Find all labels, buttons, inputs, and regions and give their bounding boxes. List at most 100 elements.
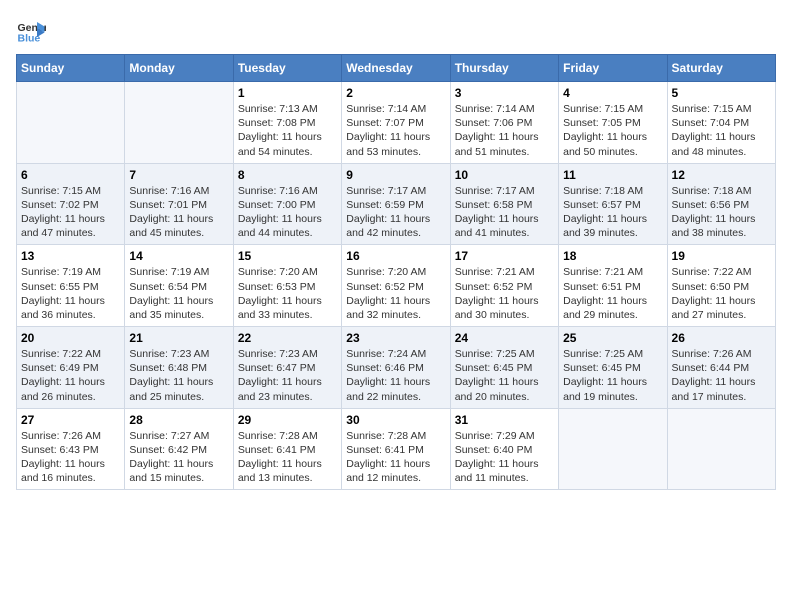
calendar-week-4: 20 Sunrise: 7:22 AM Sunset: 6:49 PM Dayli… <box>17 327 776 409</box>
day-info: Sunrise: 7:27 AM Sunset: 6:42 PM Dayligh… <box>129 429 228 486</box>
day-number: 18 <box>563 249 662 263</box>
day-number: 24 <box>455 331 554 345</box>
calendar-cell: 22 Sunrise: 7:23 AM Sunset: 6:47 PM Dayli… <box>233 327 341 409</box>
day-info: Sunrise: 7:18 AM Sunset: 6:56 PM Dayligh… <box>672 184 771 241</box>
calendar-header: SundayMondayTuesdayWednesdayThursdayFrid… <box>17 55 776 82</box>
calendar-cell <box>667 408 775 490</box>
logo: General Blue <box>16 16 50 46</box>
day-info: Sunrise: 7:13 AM Sunset: 7:08 PM Dayligh… <box>238 102 337 159</box>
day-number: 20 <box>21 331 120 345</box>
day-info: Sunrise: 7:15 AM Sunset: 7:02 PM Dayligh… <box>21 184 120 241</box>
calendar-cell: 6 Sunrise: 7:15 AM Sunset: 7:02 PM Daylig… <box>17 163 125 245</box>
day-info: Sunrise: 7:17 AM Sunset: 6:58 PM Dayligh… <box>455 184 554 241</box>
day-number: 26 <box>672 331 771 345</box>
day-number: 25 <box>563 331 662 345</box>
day-info: Sunrise: 7:14 AM Sunset: 7:06 PM Dayligh… <box>455 102 554 159</box>
calendar-cell: 28 Sunrise: 7:27 AM Sunset: 6:42 PM Dayli… <box>125 408 233 490</box>
calendar-cell: 8 Sunrise: 7:16 AM Sunset: 7:00 PM Daylig… <box>233 163 341 245</box>
day-header-friday: Friday <box>559 55 667 82</box>
calendar-cell: 14Sunrise: 7:19 AM Sunset: 6:54 PM Dayli… <box>125 245 233 327</box>
calendar-cell: 10 Sunrise: 7:17 AM Sunset: 6:58 PM Dayli… <box>450 163 558 245</box>
calendar-cell: 26 Sunrise: 7:26 AM Sunset: 6:44 PM Dayli… <box>667 327 775 409</box>
day-header-saturday: Saturday <box>667 55 775 82</box>
page-header: General Blue <box>16 16 776 46</box>
day-number: 14 <box>129 249 228 263</box>
day-info: Sunrise: 7:28 AM Sunset: 6:41 PM Dayligh… <box>238 429 337 486</box>
day-number: 23 <box>346 331 445 345</box>
day-info: Sunrise: 7:19 AM Sunset: 6:55 PM Dayligh… <box>21 265 120 322</box>
day-number: 5 <box>672 86 771 100</box>
day-number: 19 <box>672 249 771 263</box>
day-info: Sunrise: 7:21 AM Sunset: 6:51 PM Dayligh… <box>563 265 662 322</box>
day-info: Sunrise: 7:26 AM Sunset: 6:44 PM Dayligh… <box>672 347 771 404</box>
calendar-cell: 20 Sunrise: 7:22 AM Sunset: 6:49 PM Dayli… <box>17 327 125 409</box>
calendar-cell: 16 Sunrise: 7:20 AM Sunset: 6:52 PM Dayli… <box>342 245 450 327</box>
logo-icon: General Blue <box>16 16 46 46</box>
calendar-week-5: 27 Sunrise: 7:26 AM Sunset: 6:43 PM Dayli… <box>17 408 776 490</box>
calendar-cell: 12Sunrise: 7:18 AM Sunset: 6:56 PM Dayli… <box>667 163 775 245</box>
day-number: 6 <box>21 168 120 182</box>
calendar-cell: 24 Sunrise: 7:25 AM Sunset: 6:45 PM Dayli… <box>450 327 558 409</box>
day-number: 15 <box>238 249 337 263</box>
day-number: 21 <box>129 331 228 345</box>
calendar-cell: 21 Sunrise: 7:23 AM Sunset: 6:48 PM Dayli… <box>125 327 233 409</box>
day-number: 8 <box>238 168 337 182</box>
day-info: Sunrise: 7:15 AM Sunset: 7:05 PM Dayligh… <box>563 102 662 159</box>
calendar-cell <box>125 82 233 164</box>
svg-text:Blue: Blue <box>18 33 41 45</box>
calendar-cell: 1 Sunrise: 7:13 AM Sunset: 7:08 PM Daylig… <box>233 82 341 164</box>
day-number: 28 <box>129 413 228 427</box>
day-header-thursday: Thursday <box>450 55 558 82</box>
day-info: Sunrise: 7:21 AM Sunset: 6:52 PM Dayligh… <box>455 265 554 322</box>
day-info: Sunrise: 7:16 AM Sunset: 7:00 PM Dayligh… <box>238 184 337 241</box>
day-info: Sunrise: 7:14 AM Sunset: 7:07 PM Dayligh… <box>346 102 445 159</box>
day-info: Sunrise: 7:25 AM Sunset: 6:45 PM Dayligh… <box>563 347 662 404</box>
day-info: Sunrise: 7:16 AM Sunset: 7:01 PM Dayligh… <box>129 184 228 241</box>
day-info: Sunrise: 7:22 AM Sunset: 6:49 PM Dayligh… <box>21 347 120 404</box>
day-info: Sunrise: 7:20 AM Sunset: 6:52 PM Dayligh… <box>346 265 445 322</box>
calendar-cell: 17 Sunrise: 7:21 AM Sunset: 6:52 PM Dayli… <box>450 245 558 327</box>
day-info: Sunrise: 7:23 AM Sunset: 6:48 PM Dayligh… <box>129 347 228 404</box>
day-number: 31 <box>455 413 554 427</box>
calendar-cell: 27 Sunrise: 7:26 AM Sunset: 6:43 PM Dayli… <box>17 408 125 490</box>
calendar-cell: 4 Sunrise: 7:15 AM Sunset: 7:05 PM Daylig… <box>559 82 667 164</box>
day-info: Sunrise: 7:17 AM Sunset: 6:59 PM Dayligh… <box>346 184 445 241</box>
day-header-tuesday: Tuesday <box>233 55 341 82</box>
day-header-sunday: Sunday <box>17 55 125 82</box>
day-number: 29 <box>238 413 337 427</box>
day-number: 9 <box>346 168 445 182</box>
day-header-monday: Monday <box>125 55 233 82</box>
calendar-cell <box>17 82 125 164</box>
day-info: Sunrise: 7:26 AM Sunset: 6:43 PM Dayligh… <box>21 429 120 486</box>
day-info: Sunrise: 7:15 AM Sunset: 7:04 PM Dayligh… <box>672 102 771 159</box>
day-info: Sunrise: 7:29 AM Sunset: 6:40 PM Dayligh… <box>455 429 554 486</box>
calendar-cell: 23Sunrise: 7:24 AM Sunset: 6:46 PM Dayli… <box>342 327 450 409</box>
calendar-cell <box>559 408 667 490</box>
day-info: Sunrise: 7:28 AM Sunset: 6:41 PM Dayligh… <box>346 429 445 486</box>
calendar-cell: 18 Sunrise: 7:21 AM Sunset: 6:51 PM Dayli… <box>559 245 667 327</box>
day-number: 16 <box>346 249 445 263</box>
calendar-cell: 15 Sunrise: 7:20 AM Sunset: 6:53 PM Dayli… <box>233 245 341 327</box>
day-number: 1 <box>238 86 337 100</box>
calendar-cell: 7 Sunrise: 7:16 AM Sunset: 7:01 PM Daylig… <box>125 163 233 245</box>
calendar: SundayMondayTuesdayWednesdayThursdayFrid… <box>16 54 776 490</box>
calendar-cell: 13 Sunrise: 7:19 AM Sunset: 6:55 PM Dayli… <box>17 245 125 327</box>
day-info: Sunrise: 7:25 AM Sunset: 6:45 PM Dayligh… <box>455 347 554 404</box>
calendar-cell: 11Sunrise: 7:18 AM Sunset: 6:57 PM Dayli… <box>559 163 667 245</box>
calendar-cell: 30Sunrise: 7:28 AM Sunset: 6:41 PM Dayli… <box>342 408 450 490</box>
day-number: 10 <box>455 168 554 182</box>
day-number: 13 <box>21 249 120 263</box>
day-info: Sunrise: 7:22 AM Sunset: 6:50 PM Dayligh… <box>672 265 771 322</box>
calendar-week-2: 6 Sunrise: 7:15 AM Sunset: 7:02 PM Daylig… <box>17 163 776 245</box>
day-number: 4 <box>563 86 662 100</box>
day-info: Sunrise: 7:23 AM Sunset: 6:47 PM Dayligh… <box>238 347 337 404</box>
day-number: 27 <box>21 413 120 427</box>
day-number: 22 <box>238 331 337 345</box>
day-number: 17 <box>455 249 554 263</box>
day-number: 7 <box>129 168 228 182</box>
calendar-cell: 5 Sunrise: 7:15 AM Sunset: 7:04 PM Daylig… <box>667 82 775 164</box>
day-info: Sunrise: 7:20 AM Sunset: 6:53 PM Dayligh… <box>238 265 337 322</box>
calendar-cell: 3Sunrise: 7:14 AM Sunset: 7:06 PM Daylig… <box>450 82 558 164</box>
day-number: 2 <box>346 86 445 100</box>
calendar-cell: 31 Sunrise: 7:29 AM Sunset: 6:40 PM Dayli… <box>450 408 558 490</box>
